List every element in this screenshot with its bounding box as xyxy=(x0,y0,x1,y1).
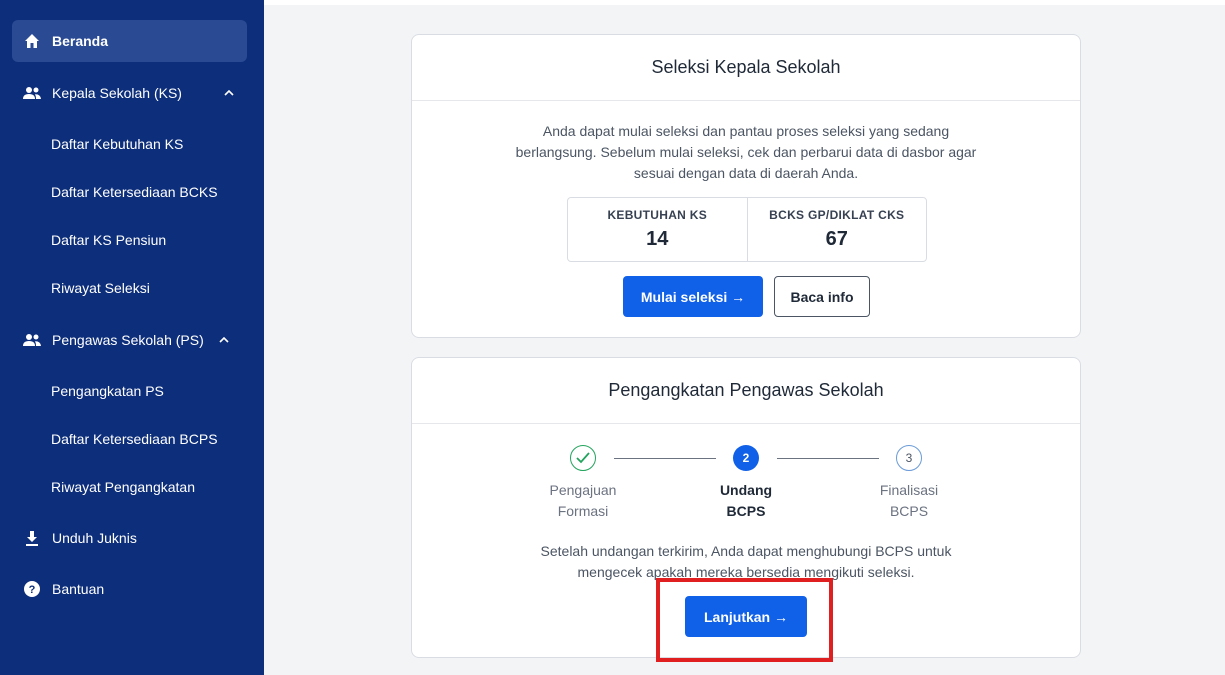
seleksi-desc-line: sesuai dengan data di daerah Anda. xyxy=(633,165,859,181)
nav-kepala-sekolah-label: Kepala Sekolah (KS) xyxy=(52,85,182,101)
stat-label: BCKS GP/DIKLAT CKS xyxy=(769,208,905,222)
nav-bantuan[interactable]: ? Bantuan xyxy=(12,568,247,610)
step-label-line: Formasi xyxy=(557,503,609,519)
mulai-seleksi-button[interactable]: Mulai seleksi → xyxy=(623,276,763,317)
highlight-box xyxy=(656,578,833,662)
nav-pengangkatan-ps[interactable]: Pengangkatan PS xyxy=(51,383,164,399)
nav-riwayat-pengangkatan[interactable]: Riwayat Pengangkatan xyxy=(51,479,195,495)
step-label-line: Undang xyxy=(719,482,773,498)
pengangkatan-title: Pengangkatan Pengawas Sekolah xyxy=(412,358,1080,424)
step-connector xyxy=(614,458,716,459)
nav-unduh-juknis[interactable]: Unduh Juknis xyxy=(12,517,247,559)
nav-riwayat-seleksi[interactable]: Riwayat Seleksi xyxy=(51,280,150,296)
pengangkatan-desc-line: Setelah undangan terkirim, Anda dapat me… xyxy=(540,543,952,559)
download-icon xyxy=(22,528,42,548)
nav-bantuan-label: Bantuan xyxy=(52,581,105,597)
nav-unduh-juknis-label: Unduh Juknis xyxy=(52,530,137,546)
users-icon xyxy=(22,330,42,350)
stat-value: 67 xyxy=(825,228,848,250)
stat-label: KEBUTUHAN KS xyxy=(607,208,708,222)
chevron-up-icon xyxy=(218,334,230,346)
nav-pengawas-sekolah-label: Pengawas Sekolah (PS) xyxy=(52,332,204,348)
pengangkatan-description: Setelah undangan terkirim, Anda dapat me… xyxy=(412,541,1080,583)
step-1-label: Pengajuan Formasi xyxy=(523,480,643,522)
chevron-up-icon xyxy=(223,87,235,99)
seleksi-card: Seleksi Kepala Sekolah Anda dapat mulai … xyxy=(411,34,1081,338)
step-3-circle: 3 xyxy=(896,445,922,471)
step-2-label: Undang BCPS xyxy=(686,480,806,522)
home-icon xyxy=(22,31,42,51)
seleksi-description: Anda dapat mulai seleksi dan pantau pros… xyxy=(412,121,1080,184)
step-label-line: BCPS xyxy=(889,503,929,519)
step-label-line: BCPS xyxy=(726,503,766,519)
stat-bcks: BCKS GP/DIKLAT CKS 67 xyxy=(746,198,927,261)
nav-daftar-ketersediaan-bcks[interactable]: Daftar Ketersediaan BCKS xyxy=(51,184,218,200)
users-icon xyxy=(22,83,42,103)
sidebar: Beranda Kepala Sekolah (KS) Daftar Kebut… xyxy=(0,0,264,675)
seleksi-desc-line: Anda dapat mulai seleksi dan pantau pros… xyxy=(542,123,950,139)
step-2-circle: 2 xyxy=(733,445,759,471)
step-label-line: Pengajuan xyxy=(549,482,617,498)
step-done-check-icon xyxy=(570,445,596,471)
nav-daftar-kebutuhan-ks[interactable]: Daftar Kebutuhan KS xyxy=(51,136,183,152)
step-connector xyxy=(777,458,879,459)
nav-kepala-sekolah[interactable]: Kepala Sekolah (KS) xyxy=(12,72,247,114)
nav-pengawas-sekolah[interactable]: Pengawas Sekolah (PS) xyxy=(12,319,247,361)
stat-kebutuhan-ks: KEBUTUHAN KS 14 xyxy=(568,198,747,261)
step-3-label: Finalisasi BCPS xyxy=(849,480,969,522)
stat-value: 14 xyxy=(646,228,669,250)
top-bar xyxy=(264,0,1225,5)
nav-daftar-ketersediaan-bcps[interactable]: Daftar Ketersediaan BCPS xyxy=(51,431,218,447)
seleksi-title: Seleksi Kepala Sekolah xyxy=(412,35,1080,101)
svg-text:?: ? xyxy=(29,584,36,596)
baca-info-button[interactable]: Baca info xyxy=(774,276,870,317)
seleksi-desc-line: berlangsung. Sebelum mulai seleksi, cek … xyxy=(515,144,977,160)
step-label-line: Finalisasi xyxy=(879,482,939,498)
help-icon: ? xyxy=(22,579,42,599)
nav-daftar-ks-pensiun[interactable]: Daftar KS Pensiun xyxy=(51,232,166,248)
stats-box: KEBUTUHAN KS 14 BCKS GP/DIKLAT CKS 67 xyxy=(567,197,927,262)
nav-beranda[interactable]: Beranda xyxy=(12,20,247,62)
nav-beranda-label: Beranda xyxy=(52,33,109,49)
